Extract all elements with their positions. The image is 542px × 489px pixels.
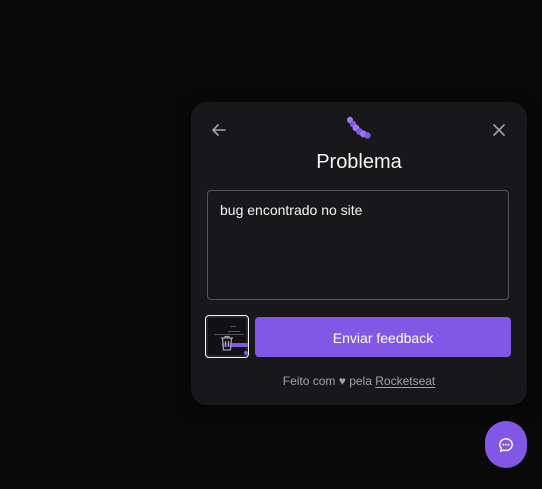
trash-icon[interactable] (220, 335, 234, 351)
footer: Feito com ♥ pela Rocketseat (191, 373, 527, 389)
close-button[interactable] (487, 118, 511, 142)
screenshot-preview[interactable] (205, 315, 249, 358)
feedback-launcher-button[interactable] (485, 421, 527, 468)
feedback-textarea[interactable]: bug encontrado no site (207, 190, 509, 300)
send-feedback-button[interactable]: Enviar feedback (255, 317, 511, 357)
feedback-widget: Problema bug encontrado no site Enviar f… (191, 102, 527, 405)
footer-text: Feito com ♥ pela (282, 374, 376, 388)
form-title: Problema (316, 151, 402, 173)
close-icon (493, 124, 505, 136)
chat-bubble-icon (499, 437, 513, 452)
arrow-left-icon (212, 124, 226, 136)
bug-icon (347, 116, 371, 139)
back-button[interactable] (207, 118, 231, 142)
rocketseat-link[interactable]: Rocketseat (375, 374, 435, 388)
